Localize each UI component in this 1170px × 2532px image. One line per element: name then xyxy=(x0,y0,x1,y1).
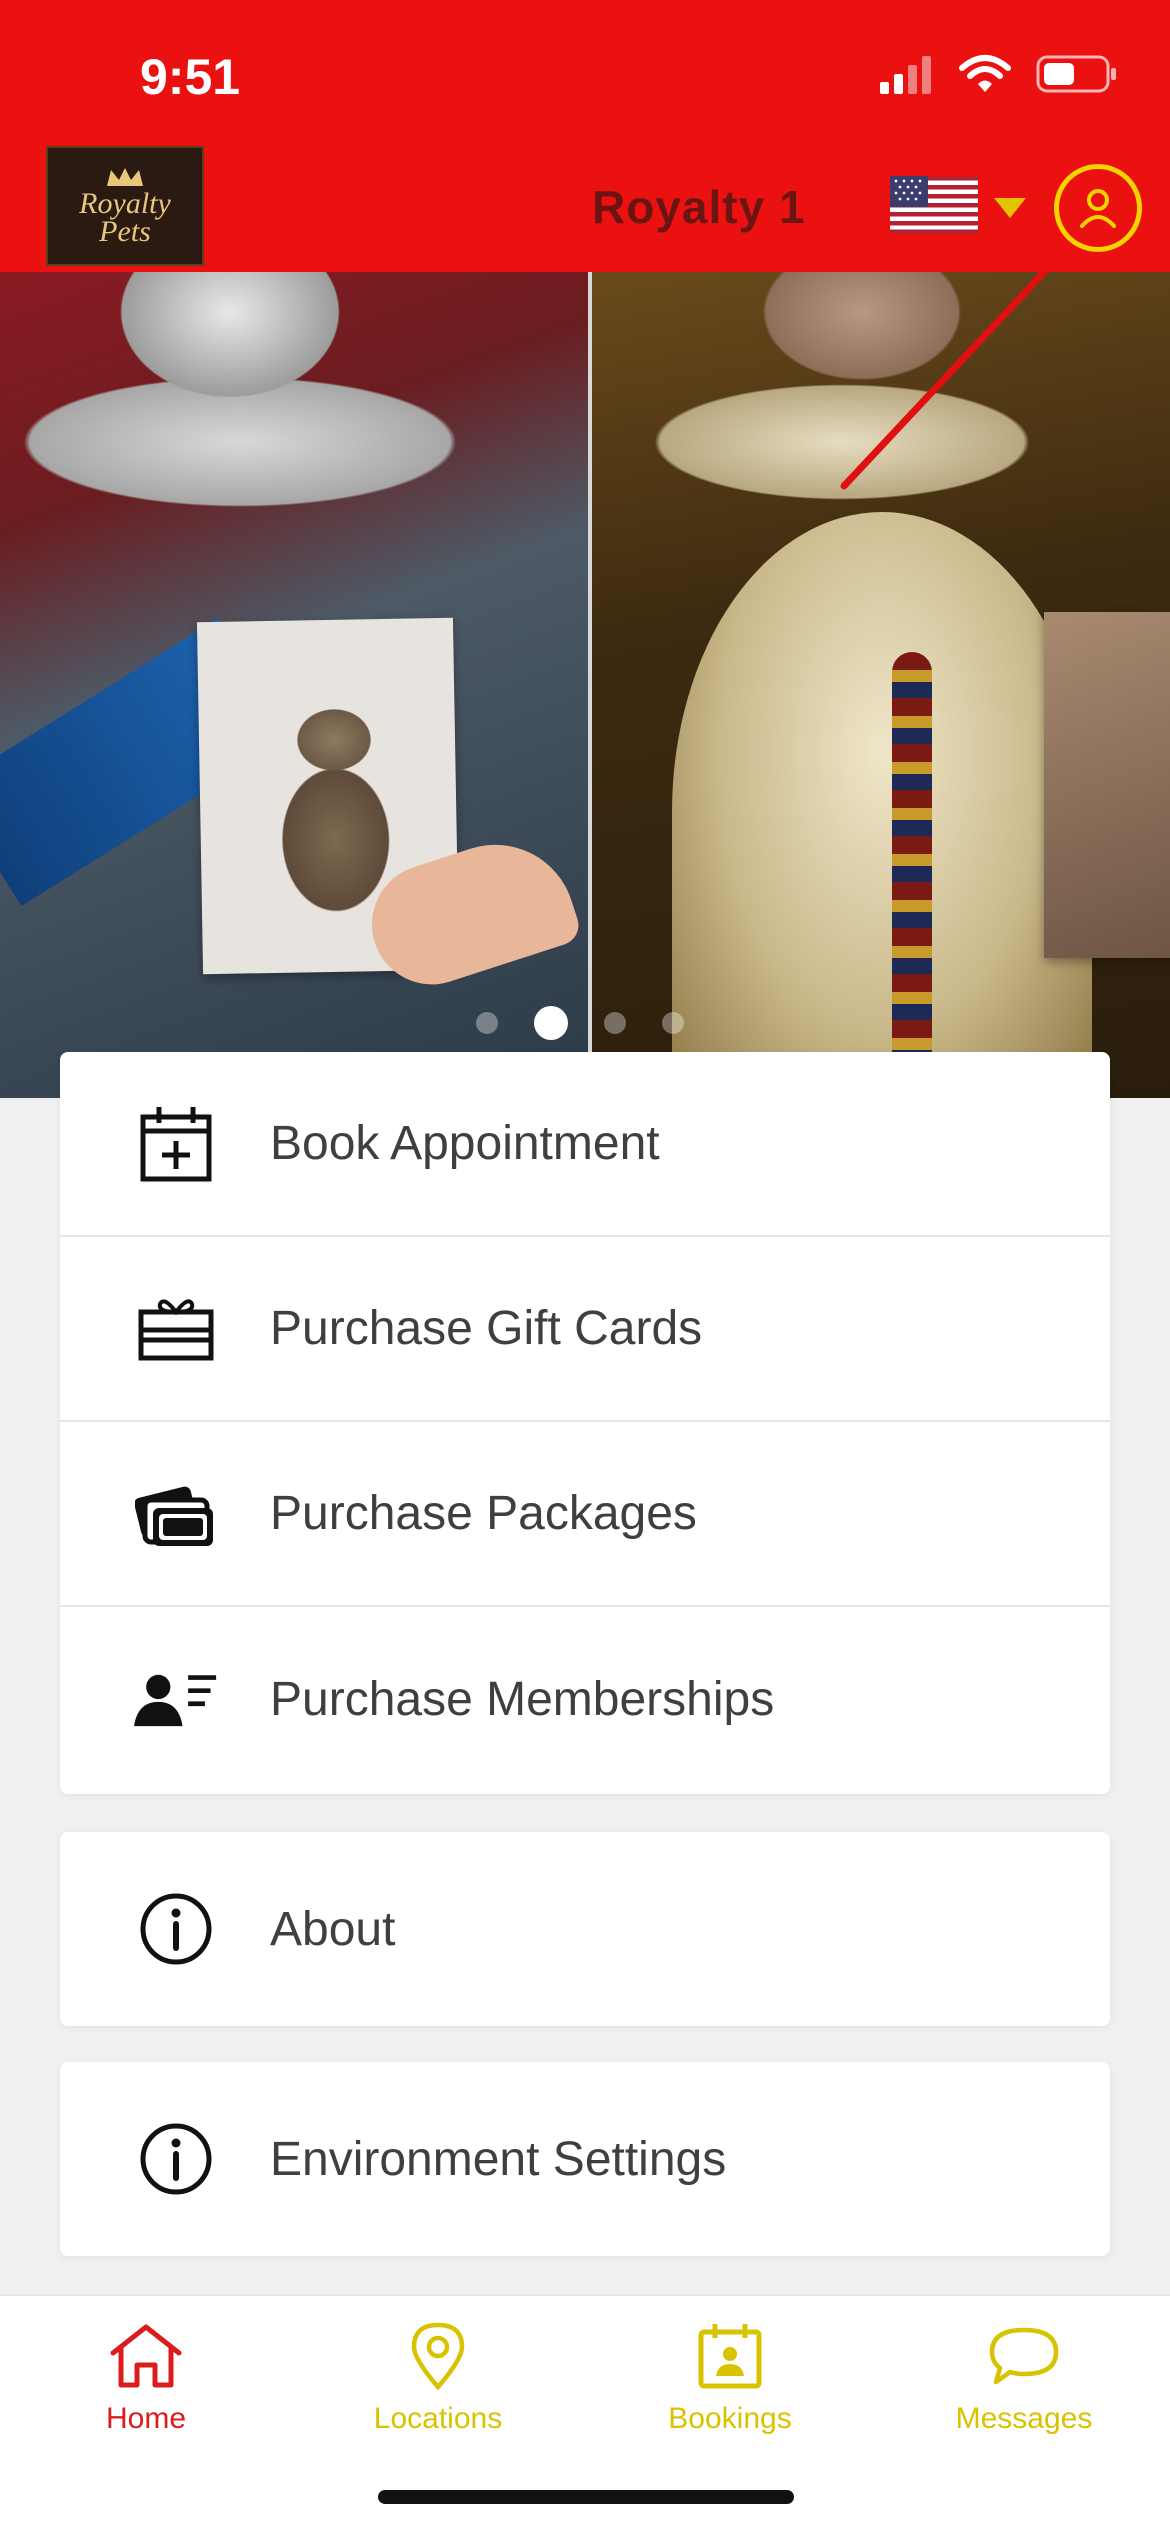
carousel-dot[interactable] xyxy=(604,1012,626,1034)
menu-item-book-appointment[interactable]: Book Appointment xyxy=(60,1052,1110,1237)
menu-item-label: Book Appointment xyxy=(270,1117,660,1170)
account-name[interactable]: Royalty 1 xyxy=(592,180,806,234)
tab-label: Bookings xyxy=(668,2402,792,2435)
calendar-plus-icon xyxy=(134,1102,218,1186)
tab-bookings[interactable]: Bookings xyxy=(610,2318,850,2436)
user-icon xyxy=(1080,189,1116,228)
tab-messages[interactable]: Messages xyxy=(904,2318,1144,2436)
logo-text-bottom: Pets xyxy=(99,215,151,248)
about-card: About xyxy=(60,1832,1110,2026)
menu-item-purchase-packages[interactable]: Purchase Packages xyxy=(60,1422,1110,1607)
status-icons xyxy=(878,54,1118,94)
app-header: 9:51 Royalty Pets Royalty 1 xyxy=(0,0,1170,272)
signal-icon xyxy=(880,56,931,94)
carousel-dot[interactable] xyxy=(476,1012,498,1034)
carousel-pagination xyxy=(476,1006,684,1040)
tab-locations[interactable]: Locations xyxy=(318,2318,558,2436)
menu-item-purchase-gift-cards[interactable]: Purchase Gift Cards xyxy=(60,1237,1110,1422)
main-menu-card: Book Appointment Purchase Gift Cards Pur… xyxy=(60,1052,1110,1794)
environment-settings-card: Environment Settings xyxy=(60,2062,1110,2256)
tab-label: Locations xyxy=(373,2402,503,2435)
info-icon xyxy=(134,2117,218,2201)
menu-item-label: Purchase Gift Cards xyxy=(270,1302,703,1355)
gift-card-icon xyxy=(134,1287,218,1371)
menu-item-label: Purchase Packages xyxy=(270,1487,697,1540)
hero-carousel[interactable] xyxy=(0,272,1170,1098)
bookings-calendar-icon xyxy=(692,2318,768,2394)
language-dropdown-caret-icon[interactable] xyxy=(994,198,1026,218)
menu-item-purchase-memberships[interactable]: Purchase Memberships xyxy=(60,1607,1110,1792)
carousel-dot-active[interactable] xyxy=(534,1006,568,1040)
wifi-icon xyxy=(959,55,1011,92)
info-icon xyxy=(134,1887,218,1971)
about-label: About xyxy=(270,1902,396,1956)
environment-settings-label: Environment Settings xyxy=(270,2132,727,2186)
carousel-dot[interactable] xyxy=(662,1012,684,1034)
member-list-icon xyxy=(134,1658,218,1742)
status-time: 9:51 xyxy=(140,49,241,105)
us-flag-icon[interactable] xyxy=(890,176,978,234)
menu-item-about[interactable]: About xyxy=(60,1832,1110,2026)
chat-bubble-icon xyxy=(986,2318,1062,2394)
stacked-cards-icon xyxy=(134,1472,218,1556)
battery-icon xyxy=(1036,55,1116,93)
location-pin-icon xyxy=(400,2318,476,2394)
brand-logo: Royalty Pets xyxy=(46,146,204,266)
tab-home[interactable]: Home xyxy=(26,2318,266,2436)
home-indicator[interactable] xyxy=(378,2490,794,2504)
profile-avatar-button[interactable] xyxy=(1054,164,1142,252)
logo-text-top: Royalty xyxy=(79,187,171,220)
tab-label: Messages xyxy=(955,2402,1093,2435)
menu-item-environment-settings[interactable]: Environment Settings xyxy=(60,2062,1110,2256)
annotation-arrow-icon xyxy=(840,272,1050,490)
home-icon xyxy=(108,2318,184,2394)
tab-label: Home xyxy=(105,2402,187,2435)
menu-item-label: Purchase Memberships xyxy=(270,1673,775,1726)
